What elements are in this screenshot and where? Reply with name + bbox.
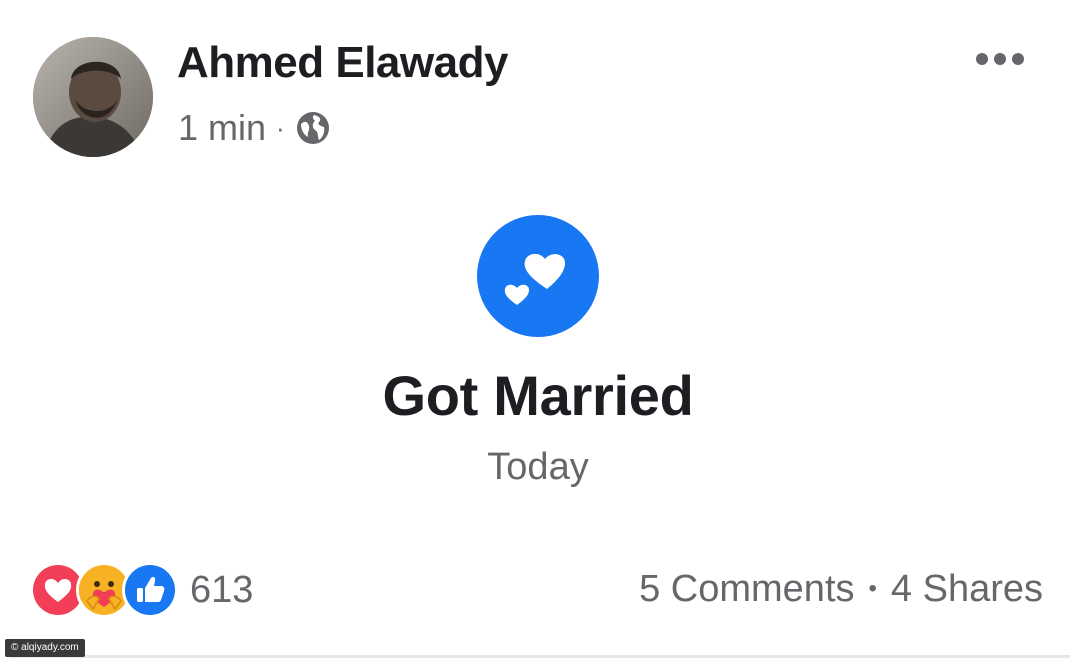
globe-icon[interactable] bbox=[295, 110, 331, 146]
post-meta: 1 min · bbox=[178, 107, 331, 149]
shares-link[interactable]: 4 Shares bbox=[891, 568, 1043, 611]
reaction-count: 613 bbox=[190, 568, 254, 611]
footer-divider bbox=[10, 655, 1070, 658]
more-options-button[interactable] bbox=[966, 38, 1034, 80]
hearts-icon bbox=[477, 215, 599, 337]
author-avatar[interactable] bbox=[33, 37, 153, 157]
life-event-date: Today bbox=[487, 446, 589, 488]
more-dot-icon bbox=[994, 53, 1006, 65]
stats-separator: • bbox=[868, 575, 877, 602]
avatar-photo bbox=[33, 37, 153, 157]
author-name[interactable]: Ahmed Elawady bbox=[177, 38, 508, 88]
watermark: © alqiyady.com bbox=[5, 639, 85, 657]
more-dot-icon bbox=[976, 53, 988, 65]
meta-separator: · bbox=[276, 112, 285, 143]
post-timestamp[interactable]: 1 min bbox=[178, 107, 266, 149]
life-event-title: Got Married bbox=[382, 364, 694, 427]
post-card: Ahmed Elawady 1 min · Got Married Today bbox=[0, 0, 1080, 663]
reactions-summary[interactable]: 613 bbox=[30, 562, 253, 618]
comments-link[interactable]: 5 Comments bbox=[639, 568, 854, 611]
like-reaction-icon bbox=[122, 562, 178, 618]
more-dot-icon bbox=[1012, 53, 1024, 65]
engagement-stats: 5 Comments • 4 Shares bbox=[639, 565, 1043, 613]
